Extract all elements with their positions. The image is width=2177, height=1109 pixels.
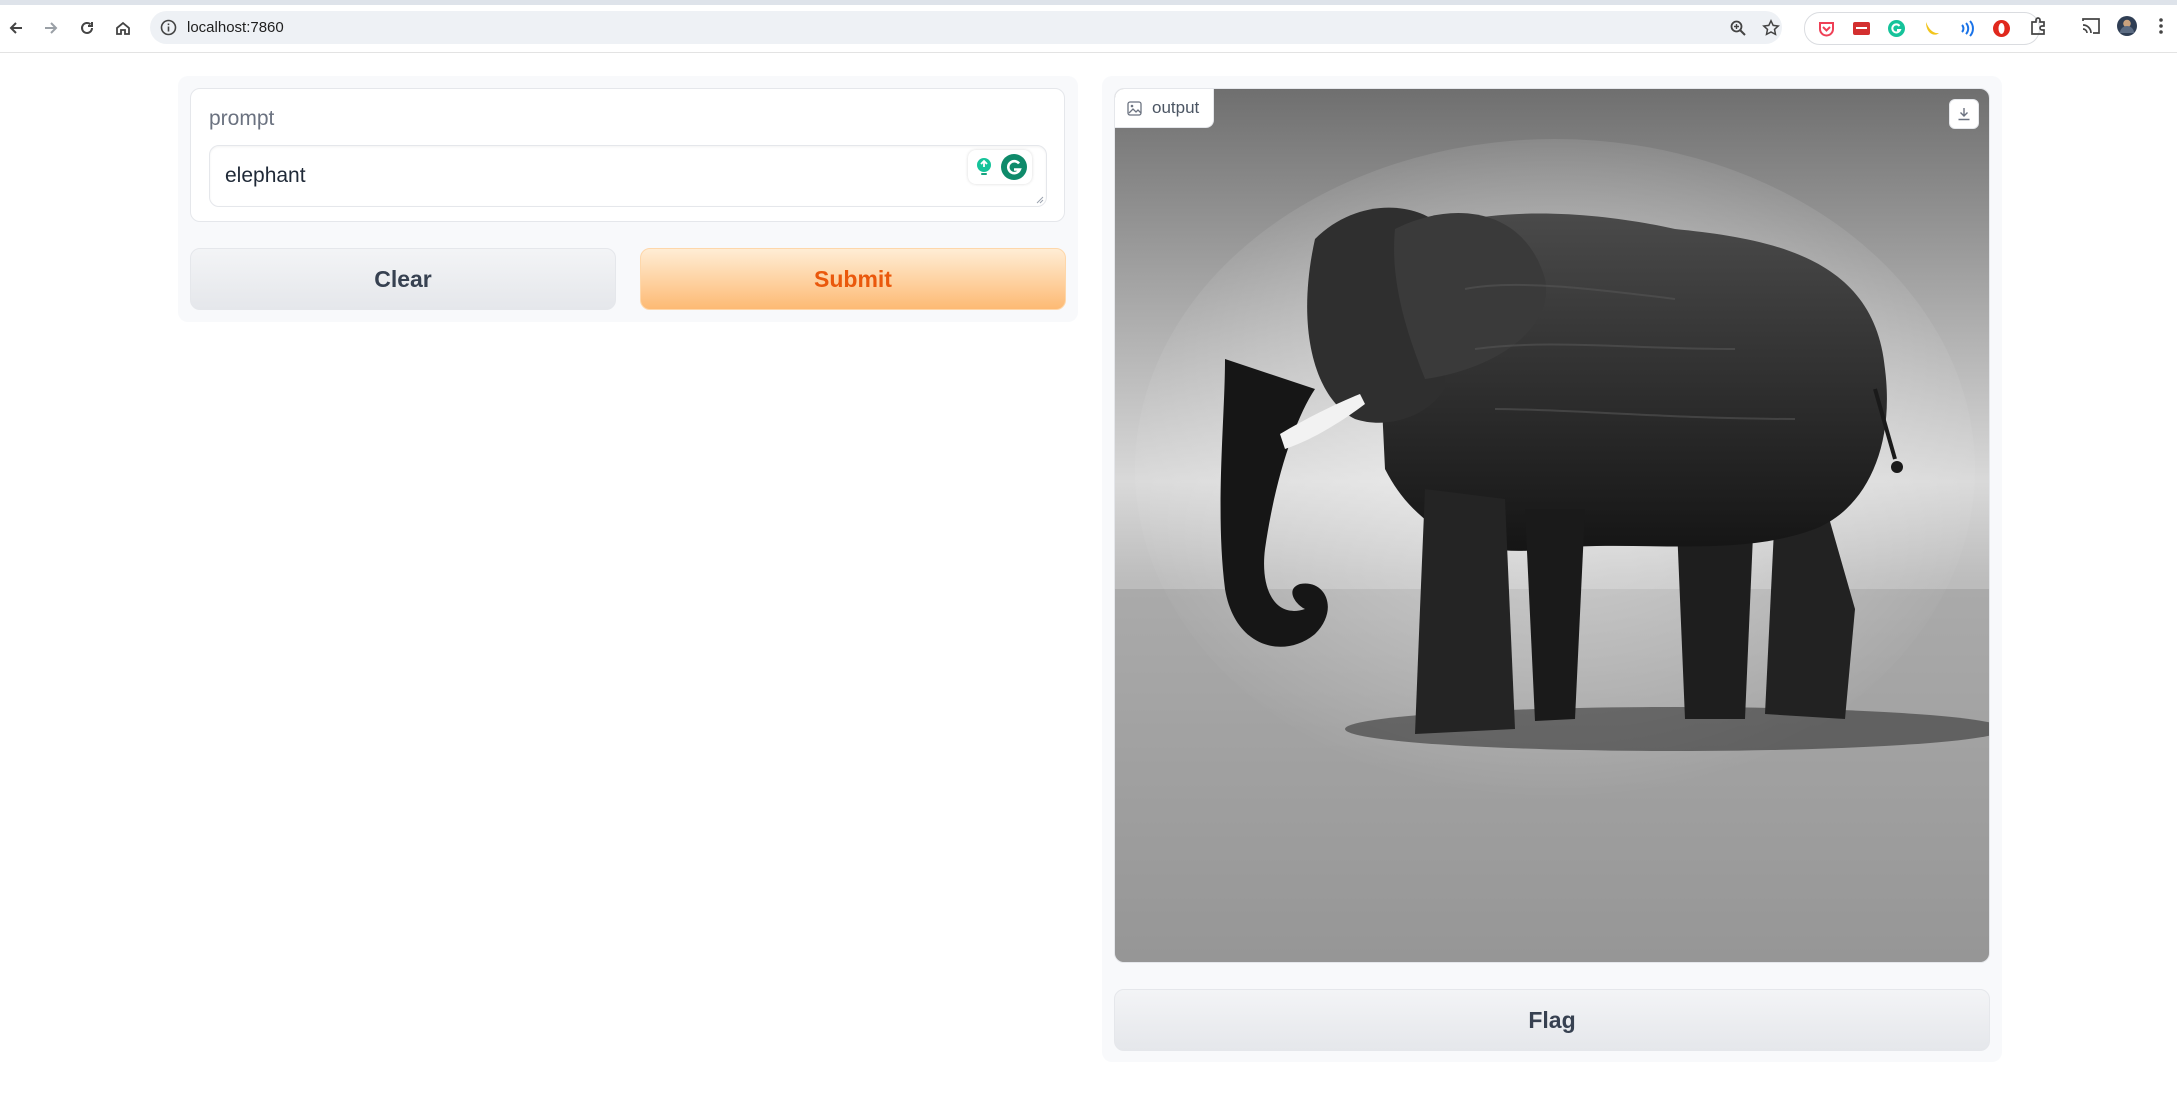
home-icon[interactable] — [110, 15, 136, 41]
download-icon — [1958, 108, 1970, 121]
download-button[interactable] — [1949, 99, 1979, 129]
pocket-icon[interactable] — [1817, 19, 1836, 38]
site-info-icon[interactable] — [160, 19, 177, 36]
star-icon[interactable] — [1762, 19, 1780, 37]
wave-icon[interactable] — [1957, 19, 1976, 38]
browser-toolbar: localhost:7860 — [0, 0, 2177, 53]
output-image-block: output — [1114, 88, 1990, 963]
avatar[interactable] — [2116, 15, 2138, 37]
prompt-value[interactable]: elephant — [225, 164, 306, 188]
puzzle-icon[interactable] — [2028, 15, 2050, 37]
output-label-text: output — [1152, 98, 1200, 117]
lightbulb-icon[interactable] — [973, 156, 995, 178]
output-label: output — [1115, 89, 1215, 128]
prompt-textarea[interactable]: elephant — [209, 145, 1047, 207]
submit-button[interactable]: Submit — [640, 248, 1066, 310]
grammarly-icon[interactable] — [1000, 153, 1028, 181]
prompt-block: prompt elephant — [190, 88, 1065, 222]
back-arrow-icon[interactable] — [3, 15, 29, 41]
reload-icon[interactable] — [74, 15, 100, 41]
resize-handle-icon[interactable] — [1034, 194, 1044, 204]
image-icon — [1127, 100, 1142, 116]
red-extension-icon[interactable] — [1852, 19, 1871, 38]
kebab-menu-icon[interactable] — [2150, 15, 2172, 37]
forward-arrow-icon[interactable] — [38, 15, 64, 41]
tab-strip-edge — [0, 0, 2177, 5]
output-image — [1115, 89, 1989, 962]
prompt-label: prompt — [209, 107, 275, 130]
clear-button[interactable]: Clear — [190, 248, 616, 310]
opera-icon[interactable] — [1992, 19, 2011, 38]
url-text[interactable]: localhost:7860 — [187, 19, 284, 36]
grammarly-widget[interactable] — [968, 150, 1032, 184]
address-bar[interactable]: localhost:7860 — [150, 11, 1782, 44]
cast-icon[interactable] — [2080, 15, 2102, 37]
banana-icon[interactable] — [1922, 19, 1941, 38]
zoom-icon[interactable] — [1729, 19, 1747, 37]
flag-button[interactable]: Flag — [1114, 989, 1990, 1051]
extensions-group — [1804, 12, 2040, 45]
grammarly-icon[interactable] — [1887, 19, 1906, 38]
